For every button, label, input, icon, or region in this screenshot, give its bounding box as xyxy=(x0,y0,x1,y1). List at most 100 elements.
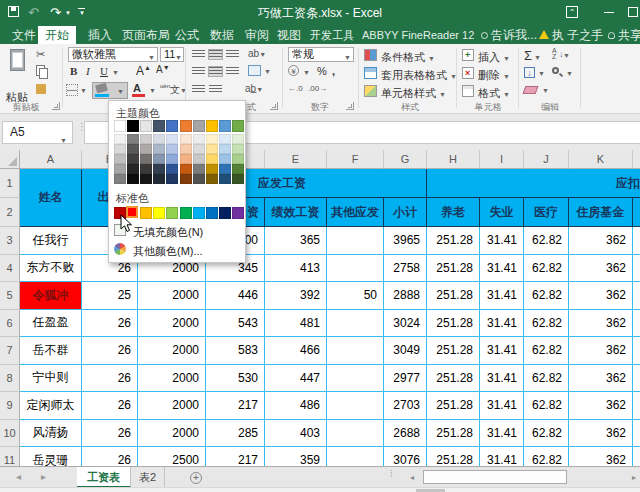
header-cell-i[interactable]: 失业 xyxy=(480,198,524,227)
cell-value[interactable] xyxy=(327,310,384,338)
fill-down-icon[interactable]: ↓ xyxy=(524,67,535,78)
tint-swatch[interactable] xyxy=(219,144,231,154)
theme-color-swatch[interactable] xyxy=(127,120,139,132)
autosum-button[interactable]: Σ ▼ xyxy=(524,48,541,63)
cell-value[interactable]: 3076 xyxy=(384,447,427,466)
cell-styles-icon[interactable] xyxy=(364,85,377,97)
header-band-deductions[interactable]: 应扣工资 xyxy=(427,169,640,198)
cell-name[interactable]: 定闲师太 xyxy=(20,392,82,420)
orientation-icon[interactable]: ab▼ xyxy=(248,48,266,59)
cell-value[interactable]: 251.28 xyxy=(427,227,480,255)
tint-swatch[interactable] xyxy=(180,154,192,164)
tint-swatch[interactable] xyxy=(114,144,126,154)
sheet-nav-prev-icon[interactable]: ◂ xyxy=(16,471,21,482)
ribbon-tab-7[interactable]: 审阅 xyxy=(245,26,269,44)
row-header-1[interactable]: 1 xyxy=(0,169,20,198)
tint-swatch[interactable] xyxy=(127,144,139,154)
cell-name[interactable]: 东方不败 xyxy=(20,255,82,283)
conditional-formatting-icon[interactable] xyxy=(364,49,377,61)
cell-value[interactable]: 251.28 xyxy=(427,420,480,448)
cell-value[interactable]: 392 xyxy=(265,282,327,310)
cell-value[interactable]: 481 xyxy=(265,310,327,338)
tint-swatch[interactable] xyxy=(193,174,205,184)
format-as-table-button[interactable]: 套用表格格式 ▼ xyxy=(381,68,457,83)
cell-value[interactable]: 2000 xyxy=(138,365,206,393)
fill-dropdown-icon[interactable]: ▼ xyxy=(538,70,545,77)
cell-name[interactable]: 任盈盈 xyxy=(20,310,82,338)
tint-swatch[interactable] xyxy=(166,174,178,184)
cell-value[interactable]: 26 xyxy=(82,365,138,393)
cell-value[interactable]: 2000 xyxy=(138,337,206,365)
comma-style-icon[interactable]: , xyxy=(332,65,335,77)
theme-color-swatch[interactable] xyxy=(153,120,165,132)
align-right-icon[interactable] xyxy=(226,67,239,76)
tint-swatch[interactable] xyxy=(140,144,152,154)
cell-value[interactable]: 285 xyxy=(206,420,265,448)
ribbon-tab-1[interactable]: 文件 xyxy=(12,26,36,44)
theme-color-swatch[interactable] xyxy=(193,120,205,132)
tint-swatch[interactable] xyxy=(127,174,139,184)
cell-value[interactable] xyxy=(327,420,384,448)
header-cell-g[interactable]: 小计 xyxy=(384,198,427,227)
tint-swatch[interactable] xyxy=(180,134,192,144)
cell-value[interactable]: 413 xyxy=(265,255,327,283)
bold-button[interactable]: B xyxy=(70,65,77,77)
cell-value[interactable]: 62.82 xyxy=(524,365,569,393)
theme-color-swatch[interactable] xyxy=(232,120,244,132)
cell-value[interactable]: 2888 xyxy=(384,282,427,310)
cell-value[interactable]: 543 xyxy=(206,310,265,338)
insert-cells-button[interactable]: 插入 ▼ xyxy=(478,50,510,65)
cell-value[interactable]: 486 xyxy=(265,392,327,420)
cell-value[interactable]: 362 xyxy=(569,282,633,310)
header-cell-name[interactable]: 姓名 xyxy=(20,169,82,227)
ribbon-tab-8[interactable]: 视图 xyxy=(277,26,301,44)
row-header-2[interactable]: 2 xyxy=(0,198,20,227)
tint-swatch[interactable] xyxy=(166,154,178,164)
header-cell-h[interactable]: 养老 xyxy=(427,198,480,227)
cell-name[interactable]: 岳不群 xyxy=(20,337,82,365)
minimize-icon[interactable] xyxy=(604,12,614,13)
cell-value[interactable]: 31.41 xyxy=(480,420,524,448)
tint-swatch[interactable] xyxy=(206,134,218,144)
header-cell-j[interactable]: 医疗 xyxy=(524,198,569,227)
tint-swatch[interactable] xyxy=(232,164,244,174)
cell-value[interactable]: 403 xyxy=(265,420,327,448)
tint-swatch[interactable] xyxy=(127,154,139,164)
ribbon-tab-2[interactable]: 开始 xyxy=(38,26,76,44)
standard-color-swatch[interactable] xyxy=(193,207,205,219)
more-colors-option[interactable]: 其他颜色(M)... xyxy=(133,244,203,259)
standard-color-swatch[interactable] xyxy=(180,207,192,219)
tint-swatch[interactable] xyxy=(140,154,152,164)
cell-value[interactable]: 365 xyxy=(265,227,327,255)
more-colors-icon[interactable] xyxy=(114,243,126,255)
theme-color-swatch[interactable] xyxy=(140,120,152,132)
tint-swatch[interactable] xyxy=(206,144,218,154)
header-cell-k[interactable]: 住房基金 xyxy=(569,198,633,227)
cell-value[interactable]: 2758 xyxy=(384,255,427,283)
tabbar-splitter[interactable]: ⁞ xyxy=(390,472,394,484)
paste-icon[interactable] xyxy=(8,49,28,75)
cell-value[interactable]: 2000 xyxy=(138,420,206,448)
increase-decimal-icon[interactable]: ←.0 xyxy=(288,84,303,93)
row-header-11[interactable]: 11 xyxy=(0,447,20,466)
ribbon-tab-12[interactable]: 执 子之手 xyxy=(539,26,603,44)
cell-value[interactable]: 26 xyxy=(82,392,138,420)
cell-value[interactable]: 217 xyxy=(206,392,265,420)
maximize-icon[interactable] xyxy=(628,7,638,17)
header-cell-l[interactable] xyxy=(633,198,640,227)
cell-value[interactable]: 3965 xyxy=(384,227,427,255)
percent-style-icon[interactable]: % xyxy=(317,65,327,77)
ribbon-tab-6[interactable]: 数据 xyxy=(210,26,234,44)
cell-value[interactable]: 26 xyxy=(82,337,138,365)
underline-dropdown-icon[interactable]: ▼ xyxy=(112,69,119,76)
column-header-H[interactable]: H xyxy=(427,150,480,169)
cell-value[interactable]: 2977 xyxy=(384,365,427,393)
cell-value[interactable]: 31.41 xyxy=(480,447,524,466)
cell-value[interactable]: 2500 xyxy=(138,447,206,466)
cell-name[interactable]: 岳灵珊 xyxy=(20,447,82,466)
tint-swatch[interactable] xyxy=(114,174,126,184)
cell-value[interactable]: 447 xyxy=(265,365,327,393)
cell-value[interactable] xyxy=(633,337,640,365)
number-format-combo[interactable]: 常规▼ xyxy=(288,47,354,62)
namebox-splitter[interactable]: ⋮ xyxy=(77,124,80,140)
